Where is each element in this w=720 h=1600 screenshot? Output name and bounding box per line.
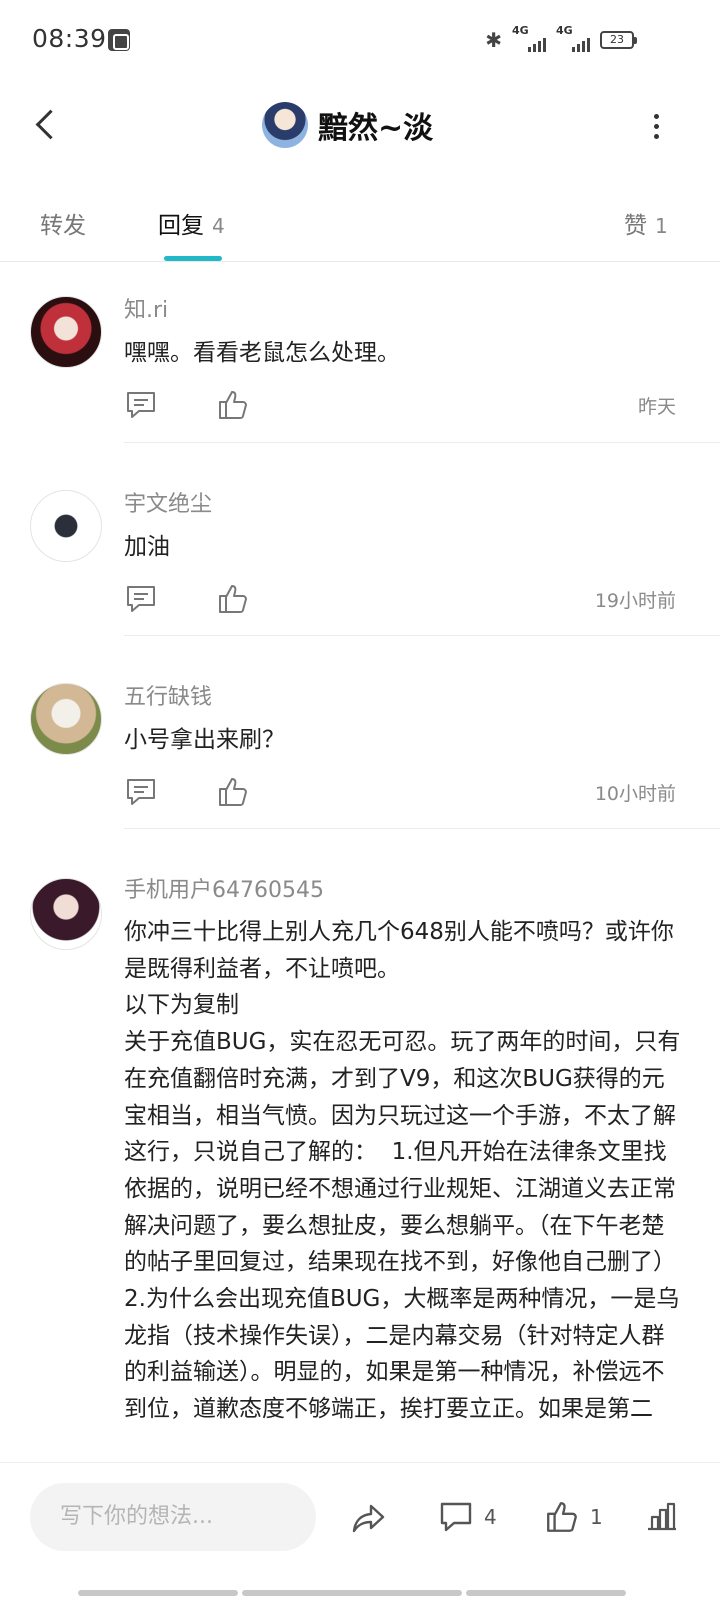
bottom-action-bar: 写下你的想法... 4 1	[0, 1462, 720, 1600]
comment-time: 10小时前	[594, 783, 676, 805]
thumbs-up-icon	[547, 1502, 577, 1532]
like-button[interactable]: 1	[544, 1497, 603, 1537]
comments-button[interactable]: 4	[438, 1497, 497, 1537]
comment-author[interactable]: 宇文绝尘	[124, 486, 212, 518]
share-button[interactable]	[350, 1497, 388, 1537]
tab-likes-count: 1	[655, 214, 668, 238]
comment-text: 小号拿出来刷？	[124, 727, 285, 753]
avatar[interactable]	[30, 683, 102, 755]
comment-text: 嘿嘿。看看老鼠怎么处理。	[124, 340, 400, 366]
network-type-label: 4G	[512, 24, 529, 37]
comment-author[interactable]: 手机用户64760545	[124, 872, 324, 904]
tab-reposts-label: 转发	[40, 213, 86, 239]
gesture-navigation-bar	[78, 1590, 626, 1596]
comments-count: 4	[484, 1505, 497, 1529]
cellular-signal-icon: 4G	[512, 24, 546, 54]
comment-text: 加油	[124, 534, 170, 560]
share-arrow-icon	[352, 1504, 385, 1533]
page-title: 黯然~淡	[318, 111, 434, 146]
comment-bubble-icon[interactable]	[124, 388, 158, 422]
status-time: 08:39	[32, 24, 107, 53]
divider	[124, 828, 720, 829]
tab-likes[interactable]: 赞1	[624, 206, 668, 240]
active-tab-indicator	[164, 256, 222, 261]
more-vertical-icon[interactable]	[646, 112, 666, 142]
post-author[interactable]: 黯然~淡	[262, 100, 433, 150]
notification-app-icon	[108, 29, 130, 51]
thumbs-up-icon[interactable]	[216, 582, 250, 616]
top-nav-bar: 黯然~淡	[0, 84, 720, 168]
comment-time: 昨天	[637, 396, 676, 418]
tab-likes-label: 赞	[624, 213, 647, 239]
bluetooth-icon: ✱	[485, 28, 502, 52]
bar-chart-icon	[648, 1502, 676, 1531]
comment-bubble-icon	[440, 1502, 472, 1532]
comment-bubble-icon[interactable]	[124, 775, 158, 809]
tab-replies-label: 回复	[158, 213, 204, 239]
back-chevron-icon[interactable]	[30, 106, 70, 146]
tab-replies[interactable]: 回复 4	[158, 206, 225, 240]
status-bar: 08:39 ✱ 4G 4G 23	[0, 0, 720, 84]
stats-button[interactable]	[644, 1497, 680, 1537]
divider	[124, 442, 720, 443]
thumbs-up-icon[interactable]	[216, 775, 250, 809]
tab-bar: 转发 回复 4 赞1	[0, 190, 720, 262]
network-type-label-2: 4G	[556, 24, 573, 37]
likes-count: 1	[590, 1505, 603, 1529]
battery-icon: 23	[600, 31, 637, 49]
cellular-signal-icon-2: 4G	[556, 24, 590, 54]
thumbs-up-icon[interactable]	[216, 388, 250, 422]
author-avatar[interactable]	[262, 102, 308, 148]
comment-input[interactable]: 写下你的想法...	[30, 1483, 316, 1551]
tab-reposts[interactable]: 转发	[40, 206, 86, 240]
tab-replies-count: 4	[212, 214, 225, 238]
comment-text: 你冲三十比得上别人充几个648别人能不喷吗？或许你是既得利益者，不让喷吧。 以下…	[124, 919, 681, 1423]
comment-bubble-icon[interactable]	[124, 582, 158, 616]
avatar[interactable]	[30, 878, 102, 950]
comment-author[interactable]: 知.ri	[124, 292, 168, 324]
avatar[interactable]	[30, 296, 102, 368]
divider	[124, 635, 720, 636]
avatar[interactable]	[30, 490, 102, 562]
comment-author[interactable]: 五行缺钱	[124, 679, 212, 711]
comment-time: 19小时前	[594, 590, 676, 612]
